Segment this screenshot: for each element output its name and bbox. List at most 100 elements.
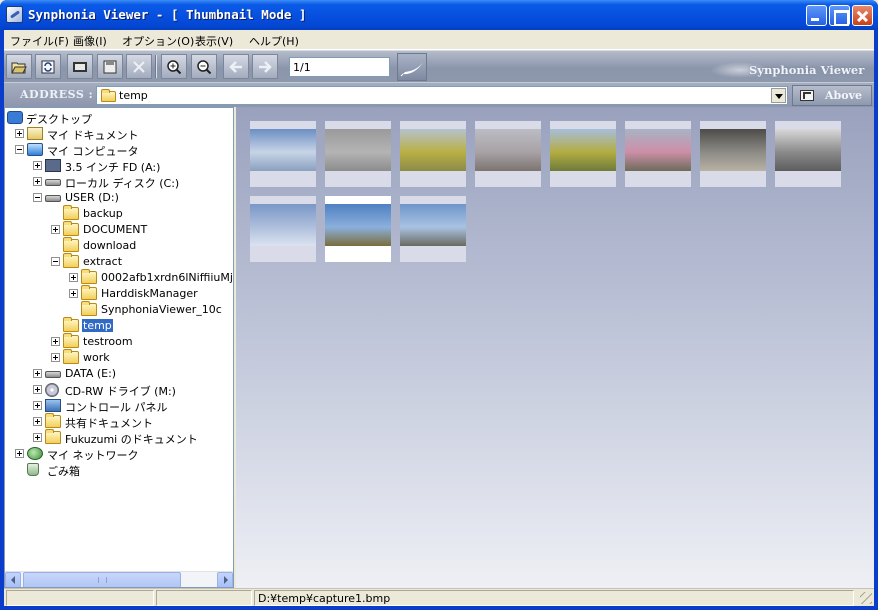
tree-item-label: マイ コンピュータ [47,145,139,158]
collapse-icon[interactable] [33,193,42,202]
minimize-button[interactable] [806,5,827,26]
close-button[interactable] [852,5,873,26]
thumbnail-bare-tree[interactable] [775,121,841,187]
tree-item[interactable]: backup [5,205,233,222]
open-folder-button[interactable] [6,54,32,79]
menu-options[interactable]: オプション(O) [122,33,194,49]
menu-help[interactable]: ヘルプ(H) [249,33,299,49]
above-button[interactable]: Above [792,85,872,106]
thumbnail-image [550,129,616,171]
folder-icon [63,317,79,332]
expand-icon[interactable] [15,449,24,458]
tree-item-label: マイ ドキュメント [47,129,139,142]
thumbnail-blossom-tree[interactable] [475,121,541,187]
expand-icon[interactable] [33,417,42,426]
tree-item-label: CD-RW ドライブ (M:) [65,385,176,398]
menu-view[interactable]: 表示(V) [195,33,233,49]
tree-item[interactable]: download [5,237,233,254]
thumbnail-screenshot-1[interactable] [250,121,316,187]
thumbnail-canal-field[interactable] [400,121,466,187]
expand-icon[interactable] [69,273,78,282]
expand-icon[interactable] [33,177,42,186]
page-number-input[interactable] [289,57,390,77]
expand-icon[interactable] [69,289,78,298]
forward-button[interactable] [252,54,278,79]
scroll-right-button[interactable] [217,572,233,587]
tree-item[interactable]: temp [5,317,233,334]
thumbnail-rapeseed-field[interactable] [550,121,616,187]
tree-item[interactable]: デスクトップ [5,110,233,126]
tree-item-label: デスクトップ [26,113,92,126]
scroll-thumb[interactable] [23,572,181,587]
expand-icon[interactable] [33,433,42,442]
expand-icon[interactable] [51,225,60,234]
save-button[interactable] [97,54,123,79]
tree-item[interactable]: work [5,349,233,366]
thumbnail-concrete-mound[interactable] [400,196,466,262]
tree-item[interactable]: Fukuzumi のドキュメント [5,429,233,446]
back-arrow-icon [229,60,242,73]
delete-button[interactable] [126,54,152,79]
tree-item[interactable]: マイ ネットワーク [5,446,233,462]
tree-item[interactable]: DATA (E:) [5,366,233,382]
tree-item[interactable]: extract [5,253,233,270]
thumbnail-blue-sky[interactable] [250,196,316,262]
expand-icon[interactable] [51,337,60,346]
thumbnail-pink-orchard[interactable] [625,121,691,187]
client-area: ファイル(F) 画像(I) オプション(O) 表示(V) ヘルプ(H) 1/1 … [4,30,874,606]
tree-item[interactable]: コントロール パネル [5,398,233,414]
tree-item[interactable]: USER (D:) [5,190,233,206]
maximize-button[interactable] [829,5,850,26]
menu-image[interactable]: 画像(I) [73,33,107,49]
zoom-out-button[interactable] [191,54,217,79]
thumbnail-grassy-hill[interactable] [325,196,391,262]
drive-icon [45,179,61,186]
above-button-label: Above [825,89,862,102]
expand-icon[interactable] [15,129,24,138]
floppy-icon [45,159,61,172]
expand-icon[interactable] [33,401,42,410]
tree-item[interactable]: CD-RW ドライブ (M:) [5,382,233,398]
app-icon[interactable] [6,6,23,23]
collapse-icon[interactable] [15,145,24,154]
tree-item[interactable]: ローカル ディスク (C:) [5,174,233,190]
tree-item[interactable]: testroom [5,333,233,350]
title-bar[interactable]: Synphonia Viewer - [ Thumbnail Mode ] [0,0,878,30]
tree-item[interactable]: 0002afb1xrdn6lNiffiiuMjz1 [5,269,233,286]
resize-grip[interactable] [860,592,872,604]
tree-item[interactable]: DOCUMENT [5,221,233,238]
expand-icon[interactable] [33,161,42,170]
folder-tree[interactable]: デスクトップマイ ドキュメント マイ コンピュータ 3.5 インチ FD (A:) ロ… [4,107,234,588]
tree-item-label: 3.5 インチ FD (A:) [65,161,161,174]
tree-item[interactable]: 3.5 インチ FD (A:) [5,158,233,174]
tree-item[interactable]: HarddiskManager [5,285,233,302]
address-combo[interactable]: temp [96,86,788,105]
scroll-left-button[interactable] [5,572,21,587]
tree-horizontal-scrollbar[interactable] [5,571,233,587]
tree-item[interactable]: 共有ドキュメント [5,413,233,430]
status-bar: D:¥temp¥capture1.bmp [4,588,874,606]
menu-file[interactable]: ファイル(F) [10,33,69,49]
tree-item[interactable]: マイ コンピュータ [5,142,233,158]
folder-icon [45,413,61,428]
thumbnail-corridor[interactable] [700,121,766,187]
thumbnail-image [400,129,466,171]
refresh-button[interactable] [35,54,61,79]
expand-icon[interactable] [33,369,42,378]
back-button[interactable] [223,54,249,79]
tree-item[interactable]: SynphoniaViewer_10c [5,301,233,318]
tree-item-label: extract [83,255,123,268]
tree-item[interactable]: マイ ドキュメント [5,126,233,142]
feather-button[interactable] [397,53,427,81]
zoom-in-button[interactable] [161,54,187,79]
forward-arrow-icon [259,60,272,73]
expand-icon[interactable] [33,385,42,394]
thumbnail-screenshot-2[interactable] [325,121,391,187]
address-dropdown-button[interactable] [771,88,786,103]
toolbar: Synphonia Viewer [4,50,874,82]
slideshow-button[interactable] [67,54,93,79]
expand-icon[interactable] [51,353,60,362]
collapse-icon[interactable] [51,257,60,266]
tree-item[interactable]: ごみ箱 [5,462,233,478]
thumbnail-image [250,204,316,246]
